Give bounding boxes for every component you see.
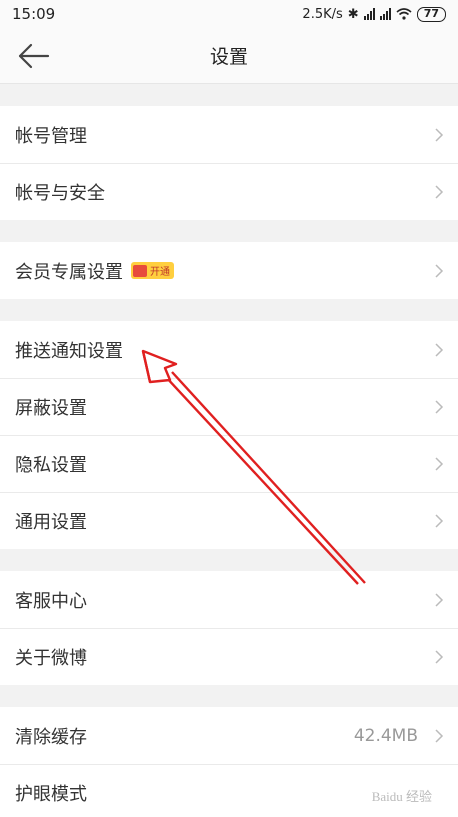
row-account-management[interactable]: 帐号管理 xyxy=(0,106,458,163)
chevron-right-icon xyxy=(435,649,444,664)
row-label: 会员专属设置 开通 xyxy=(15,258,434,284)
section-gap xyxy=(0,299,458,321)
bluetooth-icon: ✱ xyxy=(347,6,359,22)
signal-icon-2 xyxy=(379,8,391,20)
chevron-right-icon xyxy=(435,592,444,607)
watermark: Baidu 经验 xyxy=(371,789,432,804)
chevron-right-icon xyxy=(435,127,444,142)
row-label-text: 会员专属设置 xyxy=(15,261,123,283)
row-customer-service[interactable]: 客服中心 xyxy=(0,571,458,628)
row-clear-cache[interactable]: 清除缓存 42.4MB xyxy=(0,707,458,764)
status-time: 15:09 xyxy=(12,5,56,23)
chevron-right-icon xyxy=(435,342,444,357)
chevron-right-icon xyxy=(435,456,444,471)
battery-icon: 77 xyxy=(416,6,446,22)
row-account-security[interactable]: 帐号与安全 xyxy=(0,163,458,220)
chevron-right-icon xyxy=(435,263,444,278)
wifi-icon xyxy=(396,8,412,20)
row-label: 帐号与安全 xyxy=(15,182,105,204)
header: 设置 xyxy=(0,28,458,84)
row-label: 隐私设置 xyxy=(15,454,87,476)
vip-badge-text: 开通 xyxy=(150,267,170,278)
chevron-right-icon xyxy=(435,513,444,528)
vip-badge[interactable]: 开通 xyxy=(131,262,174,279)
row-label: 帐号管理 xyxy=(15,125,87,147)
chevron-right-icon xyxy=(435,728,444,743)
row-label: 清除缓存 xyxy=(15,726,87,748)
row-label: 屏蔽设置 xyxy=(15,397,87,419)
row-label: 关于微博 xyxy=(15,647,87,669)
cache-size-value: 42.4MB xyxy=(353,725,418,746)
chevron-right-icon xyxy=(435,399,444,414)
section-gap xyxy=(0,685,458,707)
page-title: 设置 xyxy=(209,46,248,68)
row-label: 推送通知设置 xyxy=(15,340,123,362)
row-label: 通用设置 xyxy=(15,511,87,533)
crown-icon xyxy=(133,264,147,277)
network-speed: 2.5K/s xyxy=(302,6,343,22)
section-gap xyxy=(0,549,458,571)
status-icons: 2.5K/s ✱ 77 xyxy=(302,6,446,22)
row-privacy-settings[interactable]: 隐私设置 xyxy=(0,435,458,492)
row-about-weibo[interactable]: 关于微博 xyxy=(0,628,458,685)
row-vip-settings[interactable]: 会员专属设置 开通 xyxy=(0,242,458,299)
status-bar: 15:09 2.5K/s ✱ 77 xyxy=(0,0,458,28)
signal-icon xyxy=(363,8,375,20)
row-label: 客服中心 xyxy=(15,590,87,612)
back-arrow-icon[interactable] xyxy=(16,40,52,72)
row-block-settings[interactable]: 屏蔽设置 xyxy=(0,378,458,435)
section-gap xyxy=(0,220,458,242)
section-gap xyxy=(0,84,458,106)
row-push-notification[interactable]: 推送通知设置 xyxy=(0,321,458,378)
chevron-right-icon xyxy=(435,184,444,199)
row-general-settings[interactable]: 通用设置 xyxy=(0,492,458,549)
